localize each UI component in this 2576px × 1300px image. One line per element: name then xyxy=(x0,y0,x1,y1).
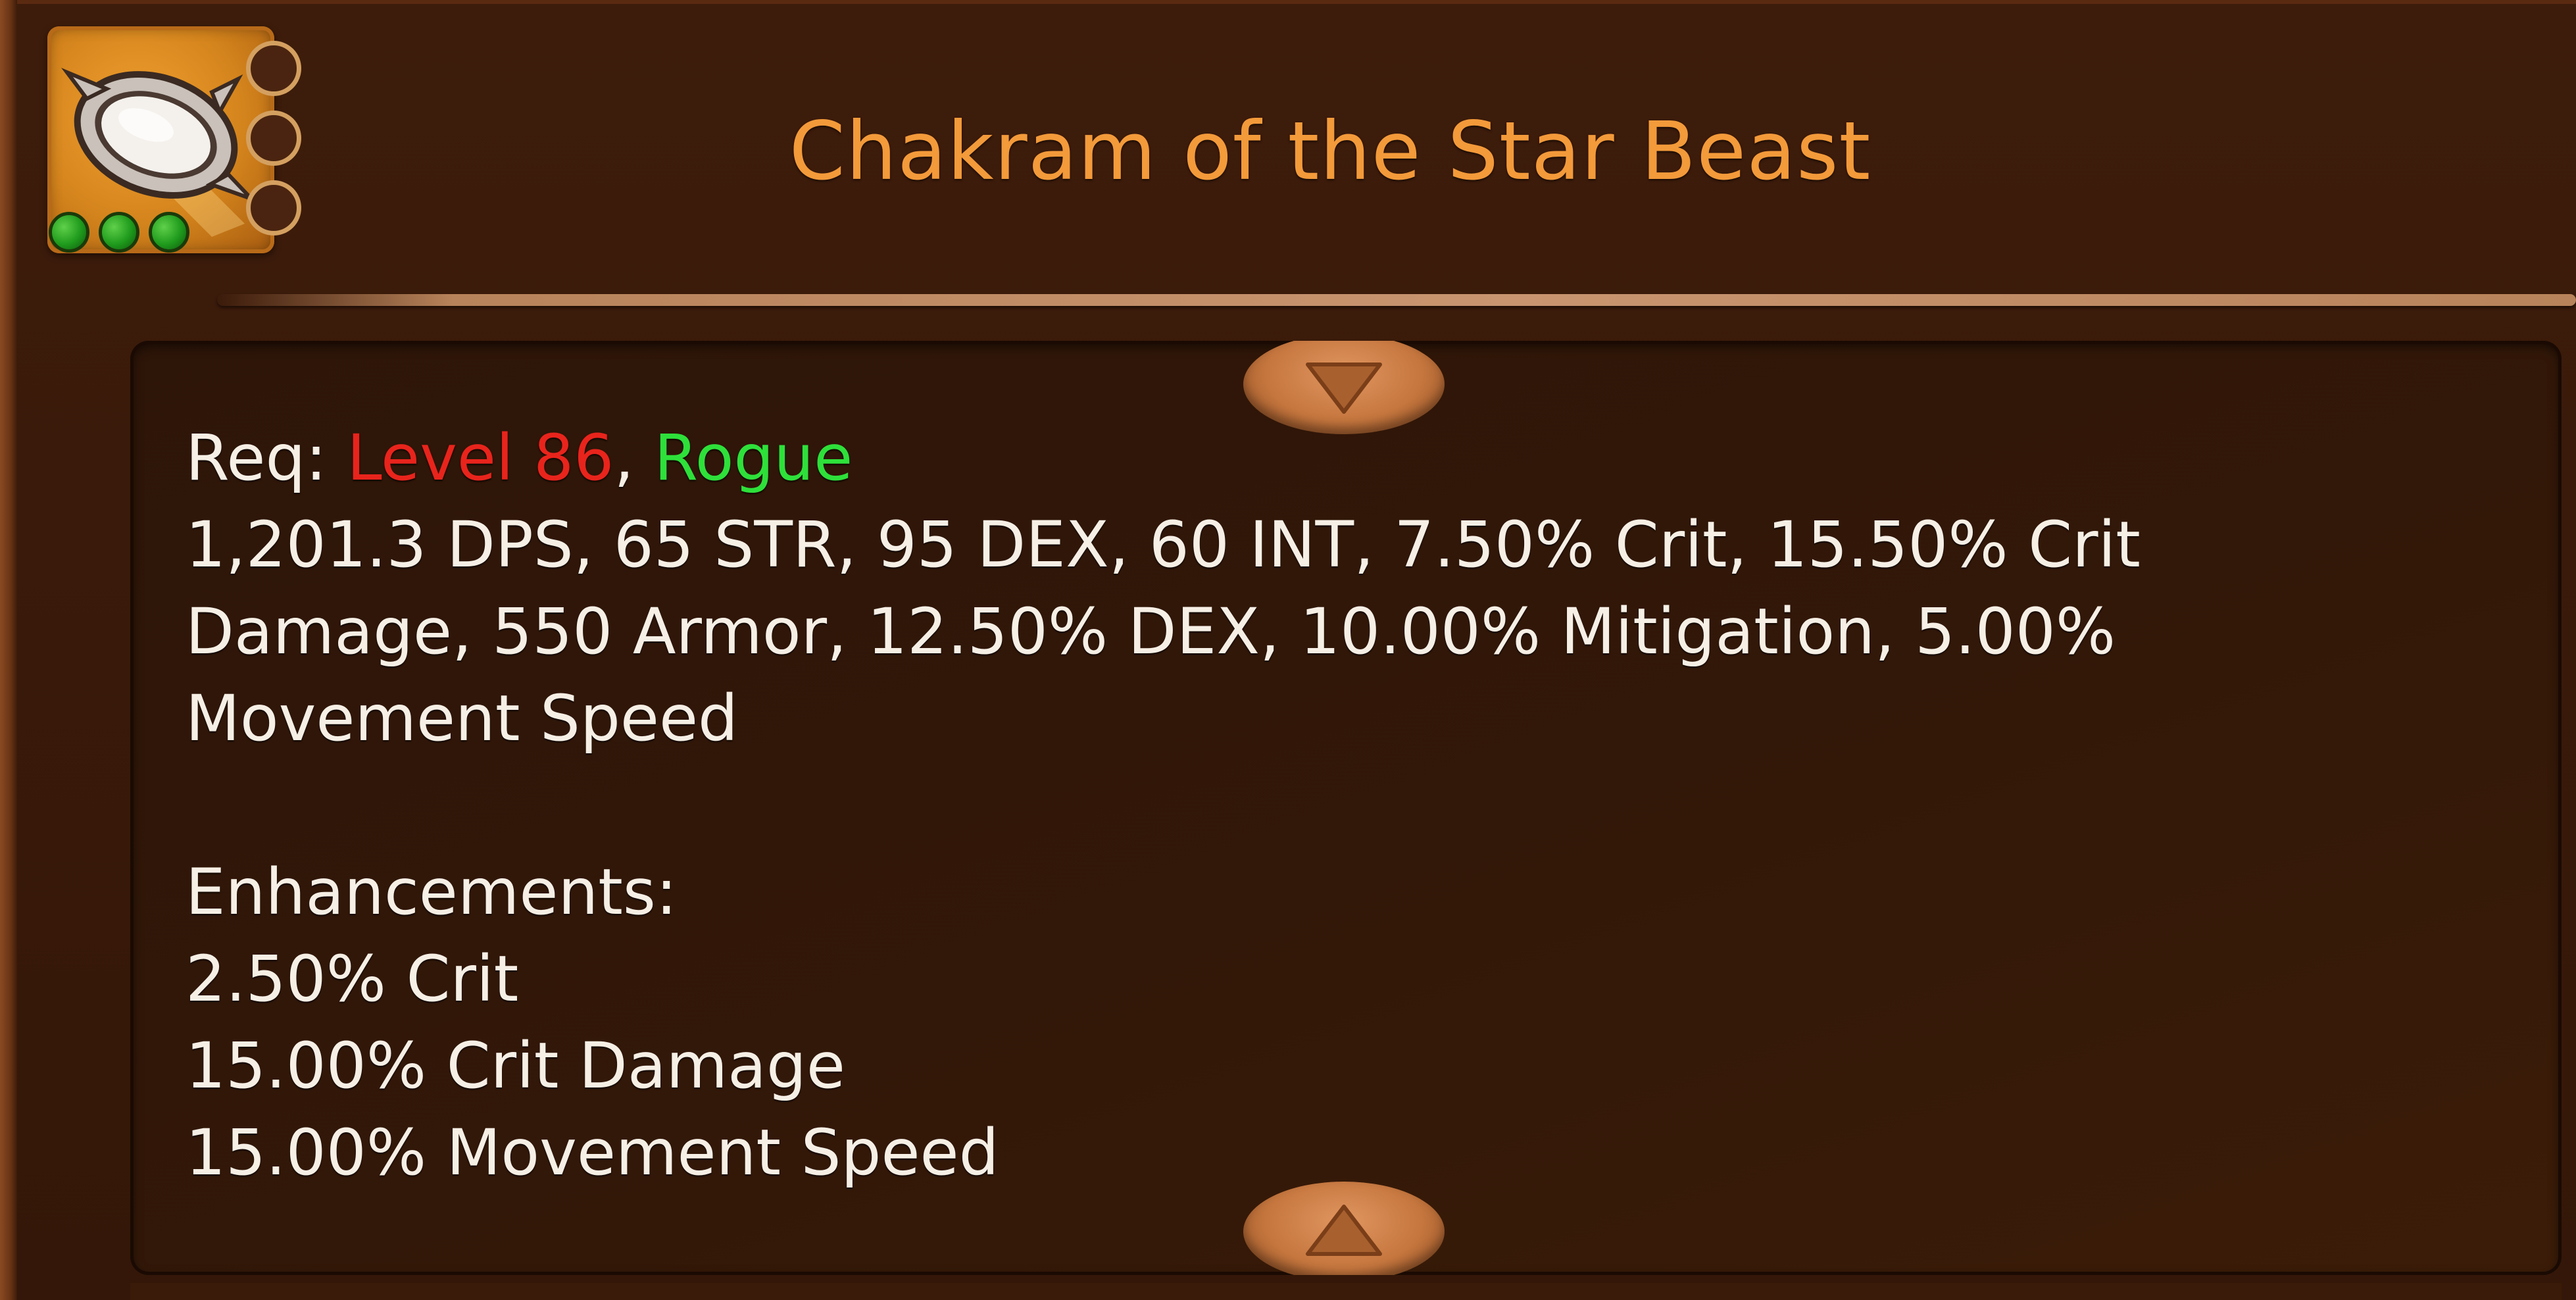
requirements-separator: , xyxy=(614,421,655,495)
empty-socket-icon xyxy=(246,41,301,96)
item-tooltip-panel: Chakram of the Star Beast Req: Level 86,… xyxy=(0,0,2576,1300)
green-gem-icon xyxy=(99,212,139,253)
title-divider xyxy=(217,294,2576,306)
enhancement-item: 15.00% Crit Damage xyxy=(186,1029,845,1103)
class-requirement: Rogue xyxy=(654,421,853,495)
stats-line: 1,201.3 DPS, 65 STR, 95 DEX, 60 INT, 7.5… xyxy=(186,508,2141,582)
bottom-edge xyxy=(130,1283,2562,1300)
green-gem-icon xyxy=(49,212,89,253)
enhancement-item: 15.00% Movement Speed xyxy=(186,1116,999,1189)
stats-line: Movement Speed xyxy=(186,682,738,755)
requirements-line: Req: Level 86, Rogue xyxy=(186,414,2435,501)
green-gem-icon xyxy=(149,212,189,253)
stats-line: Damage, 550 Armor, 12.50% DEX, 10.00% Mi… xyxy=(186,595,2116,668)
enhancements-header: Enhancements: xyxy=(186,855,678,929)
requirements-prefix: Req: xyxy=(186,421,347,495)
enhancement-item: 2.50% Crit xyxy=(186,942,519,1016)
panel-top-border xyxy=(0,0,2576,4)
panel-left-border xyxy=(0,0,17,1300)
item-title: Chakram of the Star Beast xyxy=(789,105,1871,198)
item-description: Req: Level 86, Rogue 1,201.3 DPS, 65 STR… xyxy=(186,414,2435,1196)
level-requirement: Level 86 xyxy=(347,421,614,495)
